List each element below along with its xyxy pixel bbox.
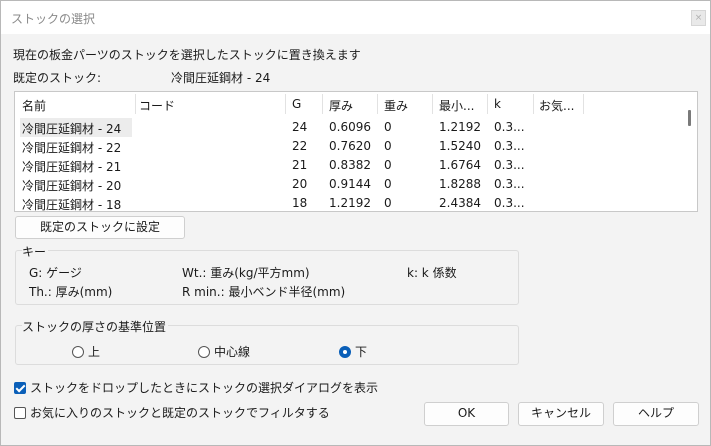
cell-gauge: 20 [292,177,308,191]
cell-gauge: 22 [292,139,308,153]
show-dialog-label: ストックをドロップしたときにストックの選択ダイアログを表示 [30,381,379,395]
show-dialog-checkbox[interactable]: ストックをドロップしたときにストックの選択ダイアログを表示 [14,379,378,396]
radio-circle-checked[interactable] [339,345,351,358]
radio-bottom[interactable]: 下 [339,343,367,360]
scrollbar-thumb[interactable] [688,110,691,126]
radio-circle[interactable] [198,345,210,358]
key-min-radius: R min.: 最小ベンド半径(mm) [182,285,346,299]
cell-thickness: 0.6096 [329,120,371,134]
set-default-stock-button[interactable]: 既定のストックに設定 [15,216,185,239]
cell-min-radius: 2.4384 [439,196,481,210]
cell-min-radius: 1.8288 [439,177,481,191]
column-divider[interactable] [135,94,136,114]
cell-gauge: 21 [292,158,308,172]
column-header-code[interactable]: コード [139,97,175,113]
checkbox-checked[interactable] [14,381,26,394]
column-header-weight[interactable]: 重み [384,97,408,113]
default-stock-value: 冷間圧延鋼材 - 24 [171,71,271,85]
column-divider[interactable] [432,94,433,114]
key-group-title: キー [22,243,49,260]
key-weight: Wt.: 重み(kg/平方mm) [182,266,310,280]
dialog-title: ストックの選択 [11,12,96,26]
cell-name: 冷間圧延鋼材 - 24 [22,122,122,136]
cell-weight: 0 [384,196,392,210]
cell-k: 0.3... [494,139,525,153]
title-bar: ストックの選択 × [1,1,710,34]
column-header-k[interactable]: k [494,97,501,111]
ok-button[interactable]: OK [424,402,509,426]
cell-min-radius: 1.6764 [439,158,481,172]
cell-min-radius: 1.5240 [439,139,481,153]
default-stock-label: 既定のストック: [13,71,102,85]
stock-list[interactable]: 名前 コード G 厚み 重み 最小... k お気... 冷間圧延鋼材 - 24… [14,91,698,212]
radio-top[interactable]: 上 [72,343,100,360]
table-row[interactable]: 冷間圧延鋼材 - 22 22 0.7620 0 1.5240 0.3... [20,137,685,156]
cell-name: 冷間圧延鋼材 - 21 [22,160,122,174]
column-header-favorite[interactable]: お気... [539,97,574,113]
column-divider[interactable] [487,94,488,114]
filter-favorites-checkbox[interactable]: お気に入りのストックと既定のストックでフィルタする [14,404,330,421]
cancel-button[interactable]: キャンセル [518,402,604,426]
key-group: キー G: ゲージ Th.: 厚み(mm) Wt.: 重み(kg/平方mm) R… [15,243,519,305]
cell-thickness: 0.9144 [329,177,371,191]
cell-name: 冷間圧延鋼材 - 22 [22,141,122,155]
checkbox-unchecked[interactable] [14,406,26,419]
key-gauge: G: ゲージ [29,266,82,280]
column-divider[interactable] [322,94,323,114]
column-header-name[interactable]: 名前 [22,97,46,113]
column-divider[interactable] [533,94,534,114]
help-button[interactable]: ヘルプ [613,402,699,426]
cell-gauge: 18 [292,196,308,210]
cell-thickness: 1.2192 [329,196,371,210]
column-header-min-radius[interactable]: 最小... [439,97,474,113]
thickness-reference-group: ストックの厚さの基準位置 上 中心線 下 [15,318,519,365]
radio-top-label: 上 [88,345,101,359]
filter-favorites-label: お気に入りのストックと既定のストックでフィルタする [30,406,330,420]
cell-name: 冷間圧延鋼材 - 20 [22,179,122,193]
list-header: 名前 コード G 厚み 重み 最小... k お気... [15,92,683,116]
close-button[interactable]: × [691,10,706,26]
radio-bottom-label: 下 [355,345,368,359]
cell-k: 0.3... [494,158,525,172]
cell-weight: 0 [384,139,392,153]
cell-thickness: 0.7620 [329,139,371,153]
radio-centerline[interactable]: 中心線 [198,343,250,360]
cell-min-radius: 1.2192 [439,120,481,134]
cell-weight: 0 [384,120,392,134]
table-row[interactable]: 冷間圧延鋼材 - 20 20 0.9144 0 1.8288 0.3... [20,175,685,194]
column-header-gauge[interactable]: G [292,97,301,111]
table-row[interactable]: 冷間圧延鋼材 - 21 21 0.8382 0 1.6764 0.3... [20,156,685,175]
cell-weight: 0 [384,177,392,191]
key-thickness: Th.: 厚み(mm) [29,285,113,299]
radio-centerline-label: 中心線 [214,345,251,359]
column-divider[interactable] [377,94,378,114]
cell-k: 0.3... [494,196,525,210]
key-k-factor: k: k 係数 [407,266,457,280]
cell-k: 0.3... [494,177,525,191]
stock-selection-dialog: ストックの選択 × 現在の板金パーツのストックを選択したストックに置き換えます … [0,0,711,446]
thickness-reference-title: ストックの厚さの基準位置 [22,318,169,335]
column-header-thickness[interactable]: 厚み [329,97,353,113]
column-divider[interactable] [583,94,584,114]
cell-name: 冷間圧延鋼材 - 18 [22,198,122,212]
cell-gauge: 24 [292,120,308,134]
description-text: 現在の板金パーツのストックを選択したストックに置き換えます [13,48,361,62]
table-row[interactable]: 冷間圧延鋼材 - 24 24 0.6096 0 1.2192 0.3... [20,118,685,137]
table-row[interactable]: 冷間圧延鋼材 - 18 18 1.2192 0 2.4384 0.3... [20,194,685,212]
cell-weight: 0 [384,158,392,172]
cell-thickness: 0.8382 [329,158,371,172]
radio-circle[interactable] [72,345,84,358]
column-divider[interactable] [285,94,286,114]
vertical-scrollbar[interactable] [683,92,697,211]
cell-k: 0.3... [494,120,525,134]
